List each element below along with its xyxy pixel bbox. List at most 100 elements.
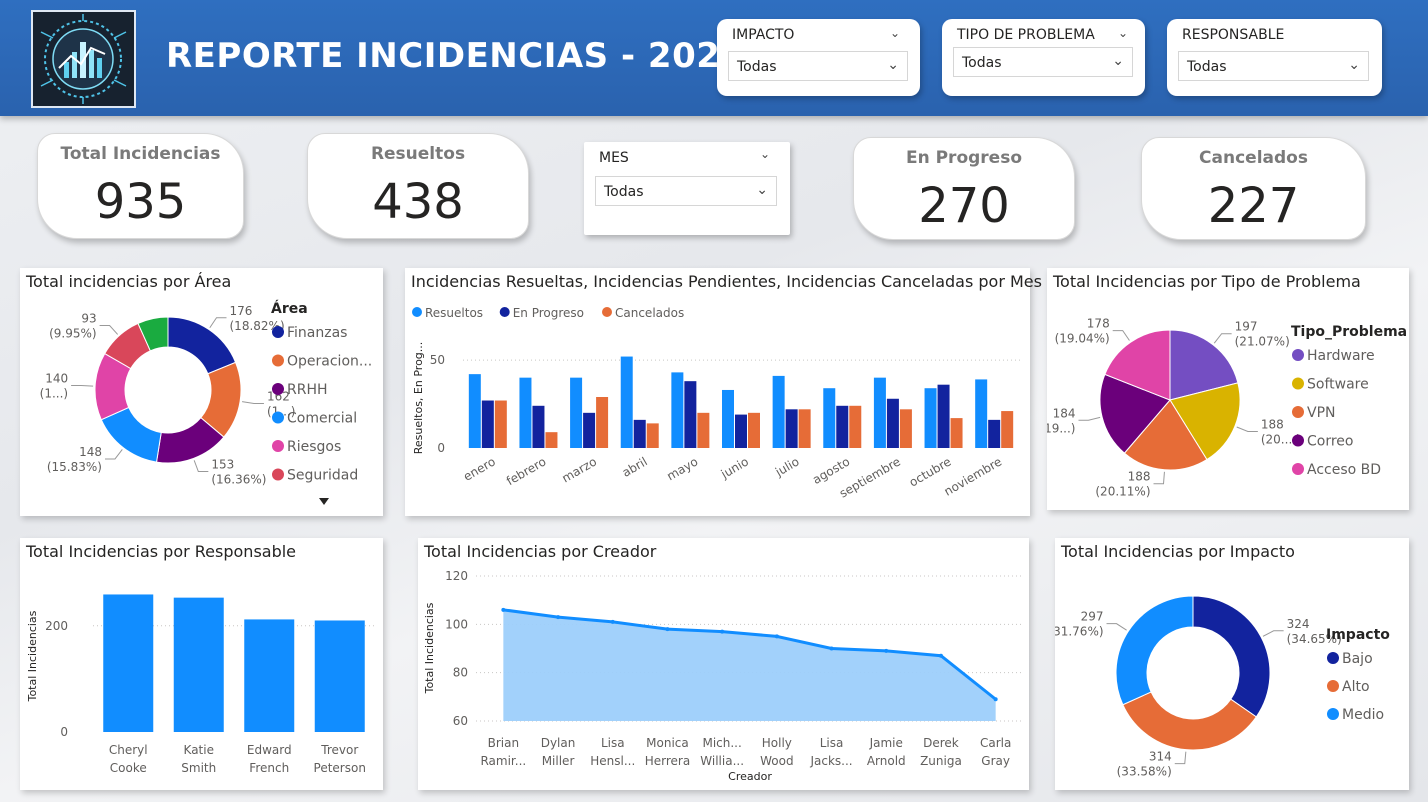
bar-en-progreso-febrero[interactable] [532, 405, 545, 448]
point-monica-herrera[interactable] [665, 627, 670, 632]
bar-resueltos-junio[interactable] [722, 389, 734, 448]
x-tick-label: Derek [923, 736, 959, 750]
point-derek-zuniga[interactable] [938, 653, 943, 658]
bar-cancelados-mayo[interactable] [697, 412, 710, 448]
creador-chart-card[interactable]: Total Incidencias por Creador 60 80 100 120… [418, 538, 1029, 790]
bar-resueltos-marzo[interactable] [570, 377, 583, 448]
analytics-logo-icon [33, 12, 134, 106]
bar-en-progreso-septiembre[interactable] [886, 398, 899, 448]
tipo-chart-card[interactable]: Total Incidencias por Tipo de Problema 1… [1047, 268, 1409, 510]
bar-cheryl-cooke[interactable] [103, 594, 154, 732]
impacto-selected-value: Todas [737, 59, 777, 75]
kpi-total-label: Total Incidencias [60, 144, 221, 164]
tipo-pie-chart[interactable]: 197(21.07%)188(20....)188(20.11%)184(19.… [1047, 268, 1409, 510]
responsable-chart-card[interactable]: Total Incidencias por Responsable 0 200 To… [20, 538, 383, 790]
slice-finanzas[interactable] [167, 316, 237, 375]
y-tick-label: 80 [453, 666, 468, 680]
responsable-bar-chart[interactable]: 0 200 Total Incidencias Cheryl Cooke Katie Smi… [20, 538, 383, 790]
point-brian-ramir[interactable] [501, 607, 506, 612]
area-donut-chart[interactable]: 176(18.82%)162(1...)153(16.36%)148(15.83… [20, 268, 383, 516]
bar-en-progreso-abril[interactable] [633, 419, 646, 448]
bar-en-progreso-noviembre[interactable] [988, 419, 1001, 448]
bar-edward-french[interactable] [244, 619, 295, 732]
x-tick-label: Brian [488, 736, 519, 750]
kpi-resueltos-label: Resueltos [370, 144, 466, 164]
point-jamie-arnold[interactable] [884, 648, 889, 653]
x-tick-label: agosto [810, 454, 852, 486]
monthly-chart-card[interactable]: Incidencias Resueltas, Incidencias Pendi… [405, 268, 1042, 516]
bar-resueltos-mayo[interactable] [671, 372, 684, 448]
legend-marker-resueltos [412, 307, 422, 317]
tipo-problema-slicer[interactable]: TIPO DE PROBLEMA ⌄ Todas ⌄ [942, 19, 1145, 96]
tipo-problema-dropdown[interactable]: Todas ⌄ [953, 47, 1133, 77]
impacto-dropdown[interactable]: Todas ⌄ [728, 51, 908, 81]
creador-area-chart[interactable]: 60 80 100 120 Total Incidencias Brian Ramir...… [418, 538, 1029, 790]
bar-cancelados-enero[interactable] [494, 400, 507, 448]
bar-cancelados-agosto[interactable] [849, 405, 862, 448]
responsable-selected-value: Todas [1187, 59, 1227, 75]
legend-scroll-down-icon[interactable] [319, 498, 329, 505]
bar-en-progreso-julio[interactable] [785, 409, 798, 448]
bar-cancelados-octubre[interactable] [950, 418, 963, 448]
impacto-donut-chart[interactable]: 324(34.65%)314(33.58%)297(31.76%)Impacto… [1055, 538, 1409, 790]
y-axis-label: Resueltos, En Prog... [412, 342, 425, 455]
x-tick-label: Miller [542, 754, 575, 768]
bar-resueltos-enero[interactable] [468, 374, 481, 448]
chevron-down-icon[interactable]: ⌄ [760, 147, 770, 161]
legend-item-alto: Alto [1342, 679, 1370, 695]
chevron-down-icon: ⌄ [1348, 57, 1360, 73]
point-dylan-miller[interactable] [556, 615, 561, 620]
chevron-down-icon[interactable]: ⌄ [1118, 26, 1128, 40]
bar-resueltos-noviembre[interactable] [975, 379, 988, 448]
chevron-down-icon[interactable]: ⌄ [890, 26, 900, 40]
bar-cancelados-abril[interactable] [646, 423, 659, 448]
data-label-percent: (9.95%) [49, 327, 96, 341]
bar-resueltos-septiembre[interactable] [873, 377, 886, 448]
bar-cancelados-septiembre[interactable] [899, 409, 912, 448]
mes-slicer[interactable]: MES ⌄ Todas ⌄ [584, 142, 790, 235]
responsable-slicer-label: RESPONSABLE [1182, 27, 1285, 43]
slice-medio[interactable] [1115, 595, 1194, 706]
point-carla-gray[interactable] [993, 697, 998, 702]
bar-en-progreso-octubre[interactable] [937, 384, 950, 448]
bar-cancelados-marzo[interactable] [596, 397, 609, 448]
bar-resueltos-octubre[interactable] [924, 388, 937, 448]
mes-dropdown[interactable]: Todas ⌄ [595, 176, 777, 206]
bar-en-progreso-agosto[interactable] [836, 405, 849, 448]
bar-cancelados-julio[interactable] [798, 409, 811, 448]
bar-resueltos-agosto[interactable] [823, 388, 836, 448]
bar-resueltos-abril[interactable] [620, 356, 633, 448]
slice-bajo[interactable] [1192, 595, 1271, 718]
mes-slicer-label: MES [599, 150, 629, 166]
bar-en-progreso-mayo[interactable] [684, 381, 697, 448]
x-tick-label: marzo [560, 454, 600, 485]
bar-katie-smith[interactable] [173, 597, 224, 732]
bar-resueltos-febrero[interactable] [519, 377, 532, 448]
x-tick-label: abril [620, 454, 650, 479]
monthly-bar-chart[interactable]: Resueltos En Progreso Cancelados 0 50 Resuelt… [405, 268, 1030, 516]
legend-item-riesgos: Riesgos [287, 439, 341, 455]
x-tick-label: Hensl... [590, 754, 635, 768]
point-mich-willia[interactable] [720, 629, 725, 634]
responsable-slicer[interactable]: RESPONSABLE Todas ⌄ [1167, 19, 1382, 96]
bar-resueltos-julio[interactable] [772, 375, 785, 448]
bar-cancelados-junio[interactable] [748, 412, 760, 448]
responsable-dropdown[interactable]: Todas ⌄ [1178, 51, 1369, 81]
bar-trevor-peterson[interactable] [314, 620, 365, 732]
bar-en-progreso-enero[interactable] [481, 400, 494, 448]
bar-cancelados-febrero[interactable] [545, 432, 558, 448]
y-tick-label: 50 [430, 353, 445, 367]
impacto-slicer[interactable]: IMPACTO ⌄ Todas ⌄ [717, 19, 920, 96]
data-label-percent: (19.04%) [1055, 332, 1110, 346]
point-lisa-hensl[interactable] [610, 619, 615, 624]
area-chart-card[interactable]: Total incidencias por Área 176 (18.82%) 16… [20, 268, 383, 516]
bar-en-progreso-marzo[interactable] [583, 412, 596, 448]
point-holly-wood[interactable] [774, 634, 779, 639]
kpi-total-incidencias: Total Incidencias 935 [37, 133, 244, 239]
bar-cancelados-noviembre[interactable] [1001, 411, 1014, 448]
impacto-chart-card[interactable]: Total Incidencias por Impacto 324 (34.65%… [1055, 538, 1409, 790]
kpi-cancelados: Cancelados 227 [1141, 137, 1366, 240]
point-lisa-jacks[interactable] [829, 646, 834, 651]
bar-en-progreso-junio[interactable] [735, 414, 747, 448]
legend-marker-software [1292, 377, 1304, 390]
